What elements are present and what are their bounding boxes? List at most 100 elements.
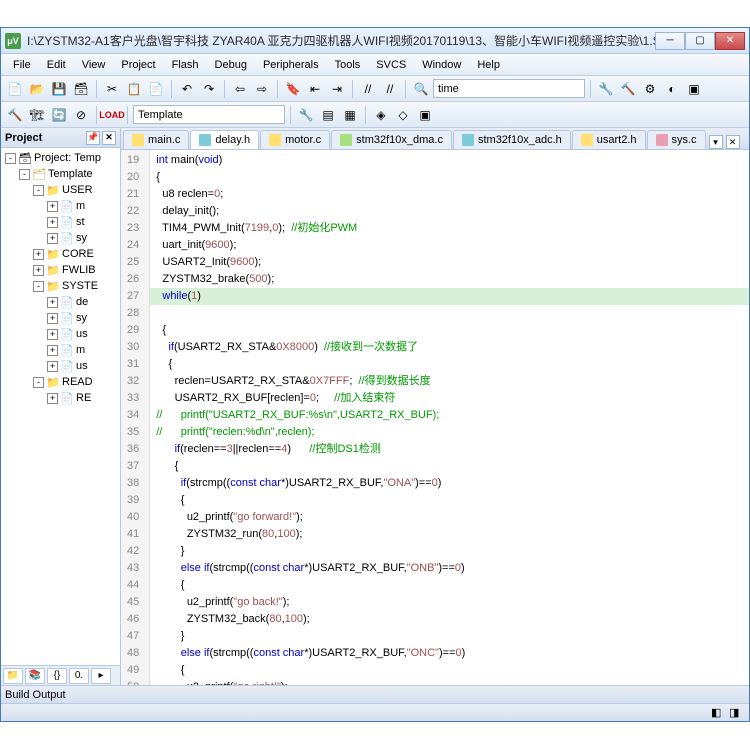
titlebar: μV I:\ZYSTM32-A1客户光盘\智宇科技 ZYAR40A 亚克力四驱机… [1,28,749,54]
menu-flash[interactable]: Flash [164,56,207,74]
tree-group-read[interactable]: -📁READ [3,374,118,390]
menu-window[interactable]: Window [414,56,469,74]
menu-edit[interactable]: Edit [39,56,74,74]
tab-list-button[interactable]: ▾ [709,135,723,149]
build-button[interactable]: 🔨 [5,105,25,125]
status-icon-1: ◧ [711,706,725,720]
tb1-btn-c[interactable]: ⚙ [640,79,660,99]
uncomment-button[interactable]: // [380,79,400,99]
download-button[interactable]: LOAD [102,105,122,125]
close-button[interactable]: ✕ [715,32,745,50]
find-combo[interactable] [433,79,585,98]
comment-button[interactable]: // [358,79,378,99]
tree-file-read-0[interactable]: +📄RE [3,390,118,406]
options-button[interactable]: 🔧 [296,105,316,125]
tab-sys-c[interactable]: sys.c [647,130,706,149]
menu-view[interactable]: View [74,56,114,74]
menu-help[interactable]: Help [469,56,508,74]
save-all-button[interactable]: 🗃 [71,79,91,99]
menu-svcs[interactable]: SVCS [368,56,414,74]
outdent-button[interactable]: ⇥ [327,79,347,99]
tb1-btn-a[interactable]: 🔧 [596,79,616,99]
tab-usart2-h[interactable]: usart2.h [572,130,646,149]
menu-debug[interactable]: Debug [207,56,255,74]
tree-file-user-0[interactable]: +📄m [3,198,118,214]
build-all-button[interactable]: 🏗 [27,105,47,125]
tb1-btn-d[interactable]: ◐ [662,79,682,99]
code-text[interactable]: int main(void) { u8 reclen=0; delay_init… [150,150,749,685]
new-file-button[interactable]: 📄 [5,79,25,99]
nav-back-button[interactable]: ⇦ [230,79,250,99]
tb1-btn-e[interactable]: ▣ [684,79,704,99]
minimize-button[interactable]: ─ [655,32,685,50]
app-window: μV I:\ZYSTM32-A1客户光盘\智宇科技 ZYAR40A 亚克力四驱机… [0,27,750,722]
tab-close-button[interactable]: ✕ [726,135,740,149]
status-icon-2: ◨ [729,706,743,720]
tb2-btn-a[interactable]: ▤ [318,105,338,125]
target-combo[interactable] [133,105,285,124]
sidebar-tab-functions[interactable]: {} [47,668,67,684]
tree-file-syste-2[interactable]: +📄us [3,326,118,342]
sidebar-tab-templates[interactable]: 0. [69,668,89,684]
rebuild-button[interactable]: 🔄 [49,105,69,125]
sidebar-header: Project 📌 ✕ [1,128,120,148]
tree-file-syste-0[interactable]: +📄de [3,294,118,310]
menu-project[interactable]: Project [113,56,163,74]
tb2-btn-b[interactable]: ▦ [340,105,360,125]
code-editor[interactable]: 1920212223242526272829303132333435363738… [121,150,749,685]
tb2-btn-c[interactable]: ◈ [371,105,391,125]
tb1-btn-b[interactable]: 🔨 [618,79,638,99]
sidebar-tab-project[interactable]: 📁 [3,668,23,684]
tb2-btn-d[interactable]: ◇ [393,105,413,125]
sidebar-tabbar: 📁 📚 {} 0. ▸ [1,665,120,685]
menubar: FileEditViewProjectFlashDebugPeripherals… [1,54,749,76]
copy-button[interactable]: 📋 [124,79,144,99]
tree-project-root[interactable]: -🗃Project: Temp [3,150,118,166]
tree-group-core[interactable]: +📁CORE [3,246,118,262]
tree-file-syste-4[interactable]: +📄us [3,358,118,374]
menu-file[interactable]: File [5,56,39,74]
tree-target[interactable]: -🗂Template [3,166,118,182]
tab-motor-c[interactable]: motor.c [260,130,330,149]
paste-button[interactable]: 📄 [146,79,166,99]
tree-group-user[interactable]: -📁USER [3,182,118,198]
sidebar-close-button[interactable]: ✕ [102,131,116,145]
tb2-btn-e[interactable]: ▣ [415,105,435,125]
menu-tools[interactable]: Tools [327,56,369,74]
line-gutter: 1920212223242526272829303132333435363738… [121,150,150,685]
find-button[interactable]: 🔍 [411,79,431,99]
tab-stm32f10x_adc-h[interactable]: stm32f10x_adc.h [453,130,571,149]
editor-area: main.cdelay.hmotor.cstm32f10x_dma.cstm32… [121,128,749,685]
redo-button[interactable]: ↷ [199,79,219,99]
tab-main-c[interactable]: main.c [123,130,189,149]
tree-file-syste-1[interactable]: +📄sy [3,310,118,326]
project-sidebar: Project 📌 ✕ -🗃Project: Temp-🗂Template-📁U… [1,128,121,685]
toolbar-1: 📄 📂 💾 🗃 ✂ 📋 📄 ↶ ↷ ⇦ ⇨ 🔖 ⇤ ⇥ // // 🔍 🔧 🔨 … [1,76,749,102]
window-title: I:\ZYSTM32-A1客户光盘\智宇科技 ZYAR40A 亚克力四驱机器人W… [27,32,655,49]
sidebar-tab-books[interactable]: 📚 [25,668,45,684]
maximize-button[interactable]: ▢ [685,32,715,50]
sidebar-tab-more[interactable]: ▸ [91,668,111,684]
indent-button[interactable]: ⇤ [305,79,325,99]
tree-group-fwlib[interactable]: +📁FWLIB [3,262,118,278]
undo-button[interactable]: ↶ [177,79,197,99]
build-output-panel[interactable]: Build Output [1,685,749,703]
tree-file-user-2[interactable]: +📄sy [3,230,118,246]
tree-group-syste[interactable]: -📁SYSTE [3,278,118,294]
sidebar-pin-button[interactable]: 📌 [86,131,100,145]
menu-peripherals[interactable]: Peripherals [255,56,327,74]
tree-file-syste-3[interactable]: +📄m [3,342,118,358]
toolbar-2: 🔨 🏗 🔄 ⊘ LOAD 🔧 ▤ ▦ ◈ ◇ ▣ [1,102,749,128]
stop-build-button[interactable]: ⊘ [71,105,91,125]
sidebar-title: Project [5,132,84,144]
tab-stm32f10x_dma-c[interactable]: stm32f10x_dma.c [331,130,452,149]
project-tree[interactable]: -🗃Project: Temp-🗂Template-📁USER+📄m+📄st+📄… [1,148,120,665]
open-file-button[interactable]: 📂 [27,79,47,99]
bookmark-button[interactable]: 🔖 [283,79,303,99]
tree-file-user-1[interactable]: +📄st [3,214,118,230]
tab-delay-h[interactable]: delay.h [190,130,259,149]
cut-button[interactable]: ✂ [102,79,122,99]
editor-tabbar: main.cdelay.hmotor.cstm32f10x_dma.cstm32… [121,128,749,150]
nav-fwd-button[interactable]: ⇨ [252,79,272,99]
save-button[interactable]: 💾 [49,79,69,99]
